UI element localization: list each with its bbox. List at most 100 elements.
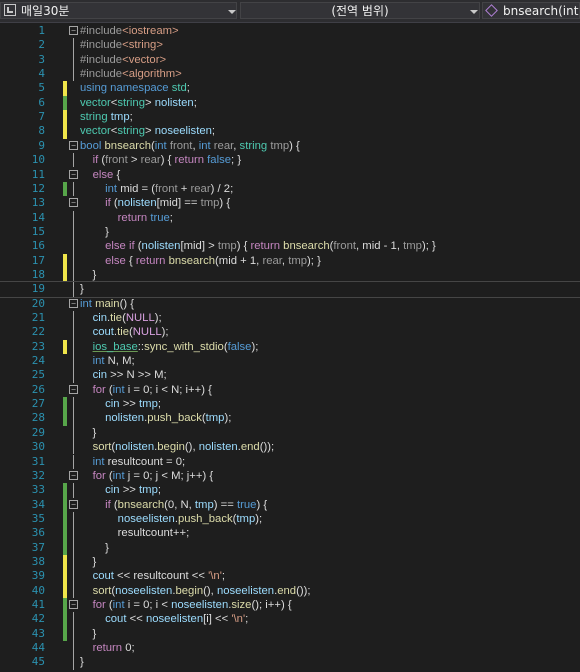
code-line[interactable]: 17 else { return bnsearch(mid + 1, rear,… [0, 253, 580, 268]
code-line[interactable]: 45} [0, 655, 580, 670]
line-number: 10 [31, 153, 45, 167]
change-marker [63, 626, 67, 642]
collapse-icon[interactable]: − [69, 298, 78, 308]
code-line[interactable]: 25 cin >> N >> M; [0, 368, 580, 383]
code-line[interactable]: 21 cin.tie(NULL); [0, 311, 580, 326]
line-number: 11 [31, 167, 45, 181]
change-marker [63, 497, 67, 512]
code-line[interactable]: 14 return true; [0, 210, 580, 225]
line-number: 39 [31, 569, 45, 583]
fold-guide [73, 440, 74, 455]
fold-guide [73, 239, 74, 254]
code-line[interactable]: 1 − #include<iostream> [0, 24, 580, 38]
code-line[interactable]: 18 } [0, 267, 580, 283]
code-line[interactable]: 13 − if (nolisten[mid] == tmp) { [0, 196, 580, 210]
code-line[interactable]: 16 else if (nolisten[mid] > tmp) { retur… [0, 239, 580, 254]
member-dropdown[interactable]: bnsearch(int front, int rear, string tmp… [482, 2, 580, 19]
code-line[interactable]: 41 − for (int i = 0; i < noseelisten.size… [0, 598, 580, 613]
code-line[interactable]: 2 #include<string> [0, 38, 580, 53]
code-line[interactable]: 12 int mid = (front + rear) / 2; [0, 181, 580, 197]
code-line[interactable]: 7 string tmp; [0, 110, 580, 125]
fold-guide [73, 153, 74, 168]
code-line[interactable]: 39 cout << resultcount << '\n'; [0, 569, 580, 584]
line-number: 26 [31, 382, 45, 396]
scope-dropdown[interactable]: (전역 범위) [240, 2, 480, 19]
code-text: bool bnsearch(int front, int rear, strin… [80, 139, 300, 152]
code-line[interactable]: 28 nolisten.push_back(tmp); [0, 411, 580, 426]
collapse-icon[interactable]: − [69, 470, 78, 480]
code-line[interactable]: 27 cin >> tmp; [0, 397, 580, 412]
collapse-icon[interactable]: − [69, 26, 78, 35]
code-line[interactable]: 29 } [0, 425, 580, 441]
code-text: int mid = (front + rear) / 2; [105, 182, 234, 195]
code-line[interactable]: 20 − int main() { [0, 297, 580, 311]
code-line[interactable]: 5 using namespace std; [0, 81, 580, 96]
collapse-icon[interactable]: − [69, 600, 78, 609]
code-line[interactable]: 9 − bool bnsearch(int front, int rear, str… [0, 139, 580, 153]
code-line[interactable]: 24 int N, M; [0, 354, 580, 369]
code-line[interactable]: 32 − for (int j = 0; j < M; j++) { [0, 469, 580, 483]
code-line[interactable]: 23 ios_base::sync_with_stdio(false); [0, 339, 580, 355]
code-text: cin >> N >> M; [92, 369, 167, 382]
line-number: 7 [38, 110, 45, 124]
code-text: cout.tie(NULL); [92, 326, 169, 339]
line-number: 29 [31, 425, 45, 439]
code-text: noseelisten.push_back(tmp); [117, 512, 263, 525]
fold-guide [73, 454, 74, 469]
change-marker [63, 81, 67, 96]
code-line[interactable]: 3 #include<vector> [0, 52, 580, 68]
code-line[interactable]: 19} [0, 281, 580, 298]
code-editor[interactable]: 1− #include<iostream> 2 #include<string> 3 #i… [0, 23, 580, 672]
chevron-down-icon[interactable] [470, 10, 478, 14]
code-line[interactable]: 37 } [0, 540, 580, 555]
change-marker [63, 598, 67, 613]
collapse-icon[interactable]: − [69, 140, 78, 150]
change-marker [63, 339, 67, 355]
code-line[interactable]: 38 } [0, 554, 580, 570]
code-line[interactable]: 4 #include<algorithm> [0, 67, 580, 82]
code-text: #include<string> [80, 39, 163, 52]
code-line[interactable]: 33 cin >> tmp; [0, 483, 580, 498]
code-line[interactable]: 8 vector<string> noseelisten; [0, 124, 580, 139]
code-line[interactable]: 35 noseelisten.push_back(tmp); [0, 511, 580, 527]
fold-guide [73, 569, 74, 584]
code-line[interactable]: 6 vector<string> nolisten; [0, 95, 580, 111]
code-line[interactable]: 44 return 0; [0, 641, 580, 656]
collapse-icon[interactable]: − [69, 169, 78, 179]
code-line[interactable]: 11 − else { [0, 168, 580, 182]
code-text: } [80, 283, 84, 296]
code-line[interactable]: 26 − for (int i = 0; i < N; i++) { [0, 383, 580, 397]
collapse-icon[interactable]: − [69, 384, 78, 394]
code-text: #include<algorithm> [80, 68, 182, 81]
code-line[interactable]: 36 resultcount++; [0, 526, 580, 541]
collapse-icon[interactable]: − [69, 198, 78, 208]
code-text: nolisten.push_back(tmp); [105, 412, 232, 425]
change-marker [63, 95, 67, 111]
fold-guide [73, 425, 74, 441]
code-line[interactable]: 15 } [0, 224, 580, 240]
code-line[interactable]: 43 } [0, 626, 580, 642]
chevron-down-icon[interactable] [228, 10, 236, 14]
code-text: vector<string> noseelisten; [80, 125, 216, 138]
project-dropdown[interactable]: 매일30분 [0, 2, 237, 19]
code-line[interactable]: 31 int resultcount = 0; [0, 454, 580, 469]
code-text: sort(nolisten.begin(), nolisten.end()); [92, 441, 275, 454]
code-line[interactable]: 40 sort(noseelisten.begin(), noseelisten… [0, 583, 580, 598]
project-name: 매일30분 [21, 4, 70, 18]
code-line[interactable]: 30 sort(nolisten.begin(), nolisten.end()… [0, 440, 580, 455]
code-line[interactable]: 42 cout << noseelisten[i] << '\n'; [0, 612, 580, 627]
line-number: 1 [38, 24, 45, 37]
code-line[interactable]: 34 − if (bnsearch(0, N, tmp) == true) { [0, 497, 580, 512]
line-number: 34 [31, 497, 45, 511]
code-line[interactable]: 10 if (front > rear) { return false; } [0, 153, 580, 168]
code-text: if (front > rear) { return false; } [92, 154, 242, 167]
change-marker [63, 612, 67, 627]
change-marker [63, 583, 67, 598]
change-marker [63, 411, 67, 426]
fold-guide [73, 641, 74, 656]
line-number: 17 [31, 253, 45, 267]
code-line[interactable]: 22 cout.tie(NULL); [0, 325, 580, 340]
fold-guide [73, 67, 74, 82]
fold-guide [73, 583, 74, 598]
collapse-icon[interactable]: − [69, 499, 78, 509]
